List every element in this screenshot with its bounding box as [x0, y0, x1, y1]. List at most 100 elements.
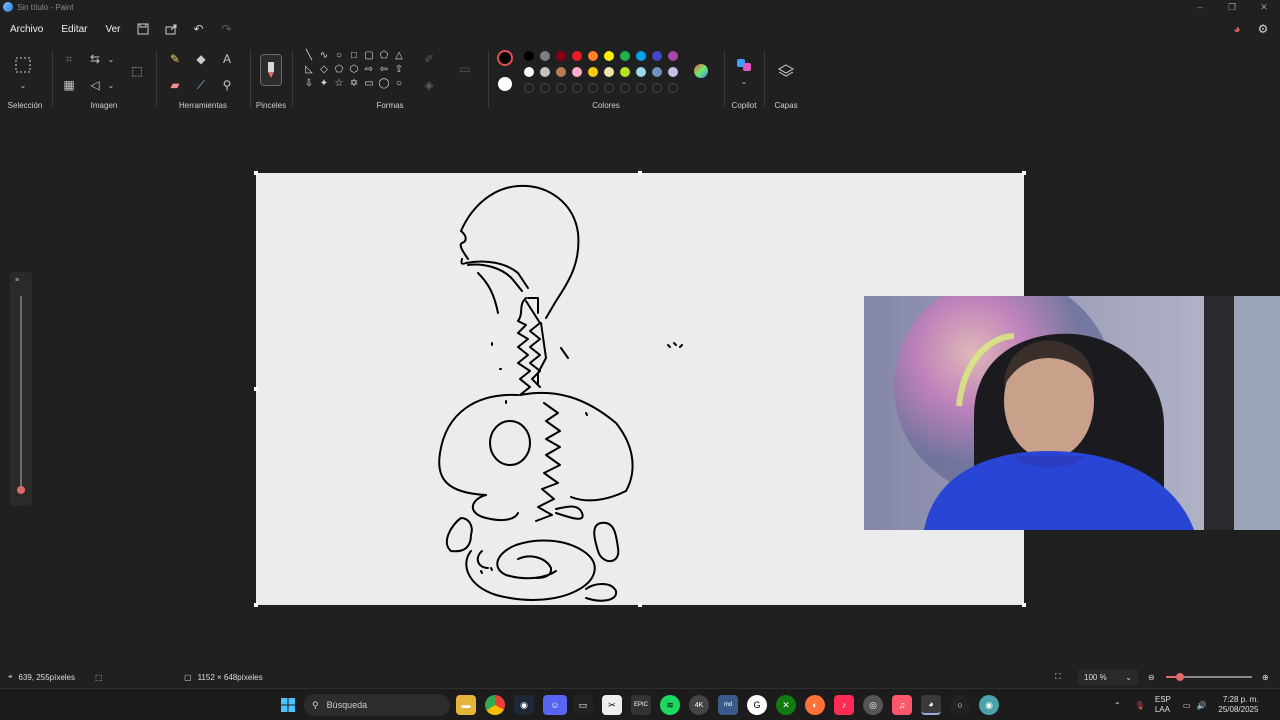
diamond-shape-icon[interactable]: ◇ [317, 62, 331, 76]
canvas-handle-left[interactable] [254, 387, 258, 391]
fit-to-window-icon[interactable]: ⛶ [1055, 672, 1061, 682]
capcut-icon[interactable]: ✂ [602, 695, 622, 715]
color-picker-icon[interactable]: ⟋ [190, 74, 212, 96]
right-triangle-shape-icon[interactable]: ◺ [302, 62, 316, 76]
tiktok-icon[interactable]: ♪ [834, 695, 854, 715]
selection-chevron-down-icon[interactable]: ⌄ [12, 74, 34, 96]
brush-icon[interactable] [260, 54, 282, 86]
color-swatch[interactable] [652, 51, 662, 61]
menu-editar[interactable]: Editar [53, 24, 95, 35]
cloud-callout-shape-icon[interactable]: ○ [392, 76, 406, 90]
custom-color-slot[interactable] [540, 83, 550, 93]
clock[interactable]: 7:28 p. m. 25/08/2025 [1218, 695, 1258, 715]
zoom-in-icon[interactable]: ⊕ [1262, 673, 1269, 682]
speech-bubble-shape-icon[interactable]: ▭ [362, 76, 376, 90]
color-swatch[interactable] [556, 51, 566, 61]
microphone-icon[interactable]: 🎙 [1135, 701, 1145, 710]
color-swatch[interactable] [588, 51, 598, 61]
minimize-button[interactable]: – [1184, 0, 1216, 14]
taskbar-search[interactable]: ⚲ Búsqueda [304, 694, 450, 716]
color-wheel-icon[interactable] [690, 60, 712, 82]
pencil-icon[interactable]: ✎ [164, 48, 186, 70]
crop-icon[interactable]: ⌗ [58, 48, 80, 70]
epic-games-icon[interactable]: EPIC [631, 695, 651, 715]
shape-size-icon[interactable]: ▭ [454, 58, 476, 80]
obs-icon[interactable]: ◎ [863, 695, 883, 715]
maximize-button[interactable]: ❐ [1216, 0, 1248, 14]
media-app-icon[interactable]: md [718, 695, 738, 715]
color-swatch[interactable] [540, 51, 550, 61]
polygon-shape-icon[interactable]: ⬠ [377, 48, 391, 62]
apple-music-icon[interactable]: ♫ [892, 695, 912, 715]
custom-color-slot[interactable] [668, 83, 678, 93]
undo-icon[interactable]: ↶ [185, 17, 213, 41]
paint-taskbar-icon[interactable]: ◕ [921, 695, 941, 715]
menu-ver[interactable]: Ver [97, 24, 128, 35]
up-arrow-shape-icon[interactable]: ⇧ [392, 62, 406, 76]
custom-color-slot[interactable] [636, 83, 646, 93]
rectangle-shape-icon[interactable]: □ [347, 48, 361, 62]
4k-downloader-icon[interactable]: 4K [689, 695, 709, 715]
oval-callout-shape-icon[interactable]: ◯ [377, 76, 391, 90]
color-swatch[interactable] [572, 51, 582, 61]
color-swatch[interactable] [588, 67, 598, 77]
color-swatch[interactable] [620, 51, 630, 61]
text-tool-icon[interactable]: A [216, 48, 238, 70]
canvas-handle-top-right[interactable] [1022, 171, 1026, 175]
slider-thumb[interactable] [17, 486, 25, 494]
file-explorer-icon[interactable]: ▬ [456, 695, 476, 715]
flip-chevron-icon[interactable]: ⌄ [100, 74, 122, 96]
color-swatch[interactable] [556, 67, 566, 77]
fill-bucket-icon[interactable]: ◆ [190, 48, 212, 70]
color-swatch[interactable] [604, 51, 614, 61]
network-icon[interactable]: ▭ [1183, 701, 1191, 710]
firefox-icon[interactable]: ◐ [805, 695, 825, 715]
app-icon[interactable]: ◉ [979, 695, 999, 715]
circle-app-icon[interactable]: ○ [950, 695, 970, 715]
pentagon-shape-icon[interactable]: ⬠ [332, 62, 346, 76]
brush-size-slider[interactable]: ≡ [10, 272, 32, 506]
color-swatch[interactable] [668, 51, 678, 61]
settings-gear-icon[interactable]: ⚙ [1254, 20, 1272, 38]
language-indicator[interactable]: ESP LAA [1155, 695, 1171, 715]
canvas-handle-bottom-right[interactable] [1022, 603, 1026, 607]
magnifier-icon[interactable]: ⚲ [216, 74, 238, 96]
down-arrow-shape-icon[interactable]: ⇩ [302, 76, 316, 90]
custom-color-slot[interactable] [652, 83, 662, 93]
xbox-icon[interactable]: ✕ [776, 695, 796, 715]
color-swatch[interactable] [652, 67, 662, 77]
custom-color-slot[interactable] [556, 83, 566, 93]
oval-shape-icon[interactable]: ○ [332, 48, 346, 62]
color-swatch[interactable] [572, 67, 582, 77]
color-swatch[interactable] [620, 67, 630, 77]
right-arrow-shape-icon[interactable]: ⇨ [362, 62, 376, 76]
menu-archivo[interactable]: Archivo [2, 24, 51, 35]
layers-icon[interactable] [775, 60, 797, 82]
redo-icon[interactable]: ↷ [213, 17, 241, 41]
canvas-handle-top[interactable] [638, 171, 642, 175]
discord-icon[interactable]: ☺ [543, 695, 567, 715]
color-swatch[interactable] [540, 67, 550, 77]
hexagon-shape-icon[interactable]: ⬡ [347, 62, 361, 76]
zoom-dropdown[interactable]: 100 % ⌄ [1078, 669, 1138, 685]
canvas-handle-bottom[interactable] [638, 603, 642, 607]
google-app-icon[interactable]: G [747, 695, 767, 715]
left-arrow-shape-icon[interactable]: ⇦ [377, 62, 391, 76]
terminal-icon[interactable]: ▭ [573, 695, 593, 715]
share-icon[interactable] [157, 17, 185, 41]
outline-icon[interactable]: ✐ [418, 48, 440, 70]
tray-chevron-up-icon[interactable]: ⌃ [1114, 701, 1121, 710]
color-swatch[interactable] [524, 67, 534, 77]
image-background-icon[interactable]: ⬚ [126, 60, 148, 82]
line-shape-icon[interactable]: ╲ [302, 48, 316, 62]
five-point-star-shape-icon[interactable]: ☆ [332, 76, 346, 90]
custom-color-slot[interactable] [524, 83, 534, 93]
volume-icon[interactable]: 🔊 [1196, 701, 1206, 710]
chrome-icon[interactable] [485, 695, 505, 715]
account-icon[interactable]: ◕ [1228, 20, 1246, 38]
color-swatch[interactable] [636, 67, 646, 77]
eraser-icon[interactable]: ▰ [164, 74, 186, 96]
color-swatch[interactable] [636, 51, 646, 61]
resize-chevron-icon[interactable]: ⌄ [100, 48, 122, 70]
color-swatch[interactable] [524, 51, 534, 61]
